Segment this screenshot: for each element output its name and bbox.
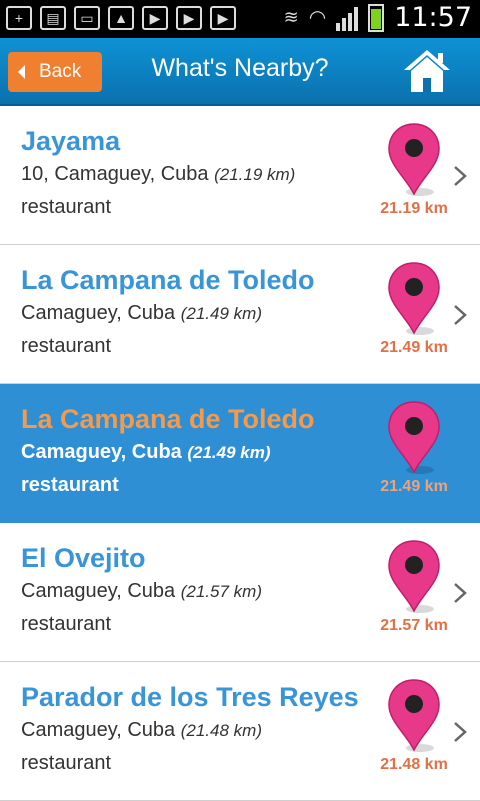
distance-label: 21.19 km xyxy=(380,200,448,217)
image-icon: ▲ xyxy=(108,6,134,30)
chevron-right-icon xyxy=(454,305,467,325)
map-pin-icon xyxy=(388,262,440,335)
chevron-right-icon xyxy=(454,583,467,603)
map-pin-icon xyxy=(388,401,440,474)
app-header: Back What's Nearby? xyxy=(0,38,480,106)
list-item[interactable]: Jayama 10, Camaguey, Cuba (21.19 km) res… xyxy=(0,106,480,245)
media-play-icon: ▶ xyxy=(210,6,236,30)
place-address: Camaguey, Cuba (21.49 km) xyxy=(21,302,262,324)
place-address: 10, Camaguey, Cuba (21.19 km) xyxy=(21,163,296,185)
clock: 11:57 xyxy=(394,2,472,33)
place-name: Jayama xyxy=(21,126,121,156)
terminal-icon: ▭ xyxy=(74,6,100,30)
address-distance: (21.19 km) xyxy=(214,165,296,184)
play-icon: ▶ xyxy=(142,6,168,30)
place-category: restaurant xyxy=(21,474,119,496)
distance-label: 21.49 km xyxy=(380,339,448,356)
place-name: Parador de los Tres Reyes xyxy=(21,682,359,712)
place-category: restaurant xyxy=(21,613,112,635)
sd-card-icon: ▤ xyxy=(40,6,66,30)
signal-icon xyxy=(336,5,359,31)
page-title: What's Nearby? xyxy=(151,54,329,82)
chevron-right-icon xyxy=(454,166,467,186)
vibrate-icon: ≋ xyxy=(283,7,299,27)
wifi-icon: ◠ xyxy=(308,7,327,29)
nearby-list: Jayama 10, Camaguey, Cuba (21.19 km) res… xyxy=(0,106,480,801)
home-icon[interactable] xyxy=(402,46,452,96)
distance-label: 21.49 km xyxy=(380,478,448,495)
list-item[interactable]: La Campana de Toledo Camaguey, Cuba (21.… xyxy=(0,245,480,384)
place-name: La Campana de Toledo xyxy=(21,404,315,434)
status-bar: + ▤ ▭ ▲ ▶ ▶ ▶ ≋ ◠ 11:57 xyxy=(0,0,480,38)
distance-label: 21.48 km xyxy=(380,756,448,773)
place-address: Camaguey, Cuba (21.57 km) xyxy=(21,580,262,602)
place-category: restaurant xyxy=(21,196,112,218)
distance-label: 21.57 km xyxy=(380,617,448,634)
notification-icons: + ▤ ▭ ▲ ▶ ▶ ▶ xyxy=(6,6,236,30)
back-label: Back xyxy=(39,61,82,82)
map-pin-icon xyxy=(388,679,440,752)
chevron-right-icon xyxy=(454,722,467,742)
address-distance: (21.48 km) xyxy=(180,721,262,740)
place-category: restaurant xyxy=(21,335,112,357)
address-distance: (21.57 km) xyxy=(180,582,262,601)
map-pin-icon xyxy=(388,540,440,613)
back-arrow-icon xyxy=(18,65,25,79)
place-category: restaurant xyxy=(21,752,112,774)
play-store-icon: ▶ xyxy=(176,6,202,30)
address-distance: (21.49 km) xyxy=(180,304,262,323)
list-item[interactable]: La Campana de Toledo Camaguey, Cuba (21.… xyxy=(0,384,480,523)
back-button[interactable]: Back xyxy=(8,52,102,92)
map-pin-icon xyxy=(388,123,440,196)
place-name: La Campana de Toledo xyxy=(21,265,315,295)
add-icon: + xyxy=(6,6,32,30)
system-indicators: ≋ ◠ 11:57 xyxy=(284,2,472,33)
battery-icon xyxy=(368,3,385,32)
list-item[interactable]: Parador de los Tres Reyes Camaguey, Cuba… xyxy=(0,662,480,801)
list-item[interactable]: El Ovejito Camaguey, Cuba (21.57 km) res… xyxy=(0,523,480,662)
place-address: Camaguey, Cuba (21.48 km) xyxy=(21,719,262,741)
address-distance: (21.49 km) xyxy=(187,443,271,462)
place-address: Camaguey, Cuba (21.49 km) xyxy=(21,441,271,463)
place-name: El Ovejito xyxy=(21,543,146,573)
